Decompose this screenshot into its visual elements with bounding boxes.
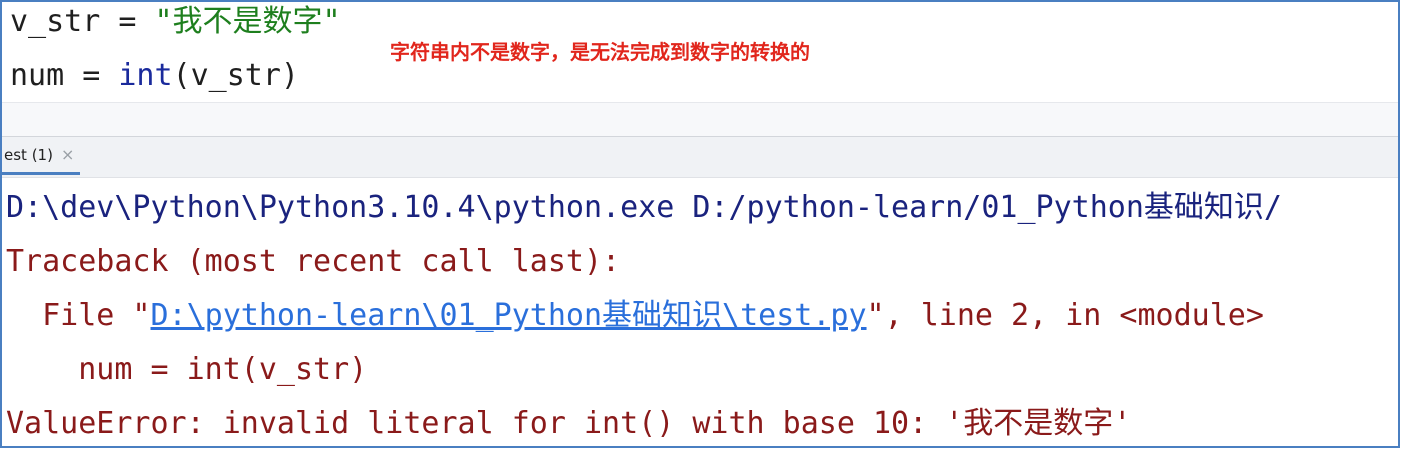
screenshot-frame: v_str = "我不是数字" num = int(v_str) 字符串内不是数…: [0, 0, 1400, 448]
code-editor[interactable]: v_str = "我不是数字" num = int(v_str) 字符串内不是数…: [2, 2, 1398, 102]
code-builtin-int: int: [118, 58, 173, 93]
console-file-line: File "D:\python-learn\01_Python基础知识\test…: [6, 298, 1264, 334]
code-string-literal: "我不是数字": [154, 4, 341, 39]
annotation-note: 字符串内不是数字，是无法完成到数字的转换的: [390, 40, 810, 64]
run-console-output: D:\dev\Python\Python3.10.4\python.exe D:…: [2, 178, 1398, 446]
run-tab-label: est (1): [4, 145, 53, 164]
console-file-suffix: ", line 2, in <module>: [866, 298, 1264, 333]
console-traceback-header: Traceback (most recent call last):: [6, 244, 621, 279]
console-file-link[interactable]: D:\python-learn\01_Python基础知识\test.py: [151, 298, 867, 333]
code-line-2: num = int(v_str): [10, 58, 299, 94]
console-file-prefix: File ": [6, 298, 151, 333]
run-tab[interactable]: est (1) ×: [2, 137, 81, 175]
code-var-assign: v_str =: [10, 4, 155, 39]
code-num-assign: num =: [10, 58, 119, 93]
console-command-line: D:\dev\Python\Python3.10.4\python.exe D:…: [6, 190, 1282, 225]
console-code-line: num = int(v_str): [6, 352, 368, 387]
code-line-1: v_str = "我不是数字": [10, 4, 341, 40]
run-tool-window-header: est (1) ×: [2, 136, 1398, 178]
editor-bottom-strip: [2, 102, 1398, 137]
console-error-line: ValueError: invalid literal for int() wi…: [6, 406, 1132, 441]
close-icon[interactable]: ×: [61, 145, 74, 164]
code-call-args: (v_str): [172, 58, 299, 93]
